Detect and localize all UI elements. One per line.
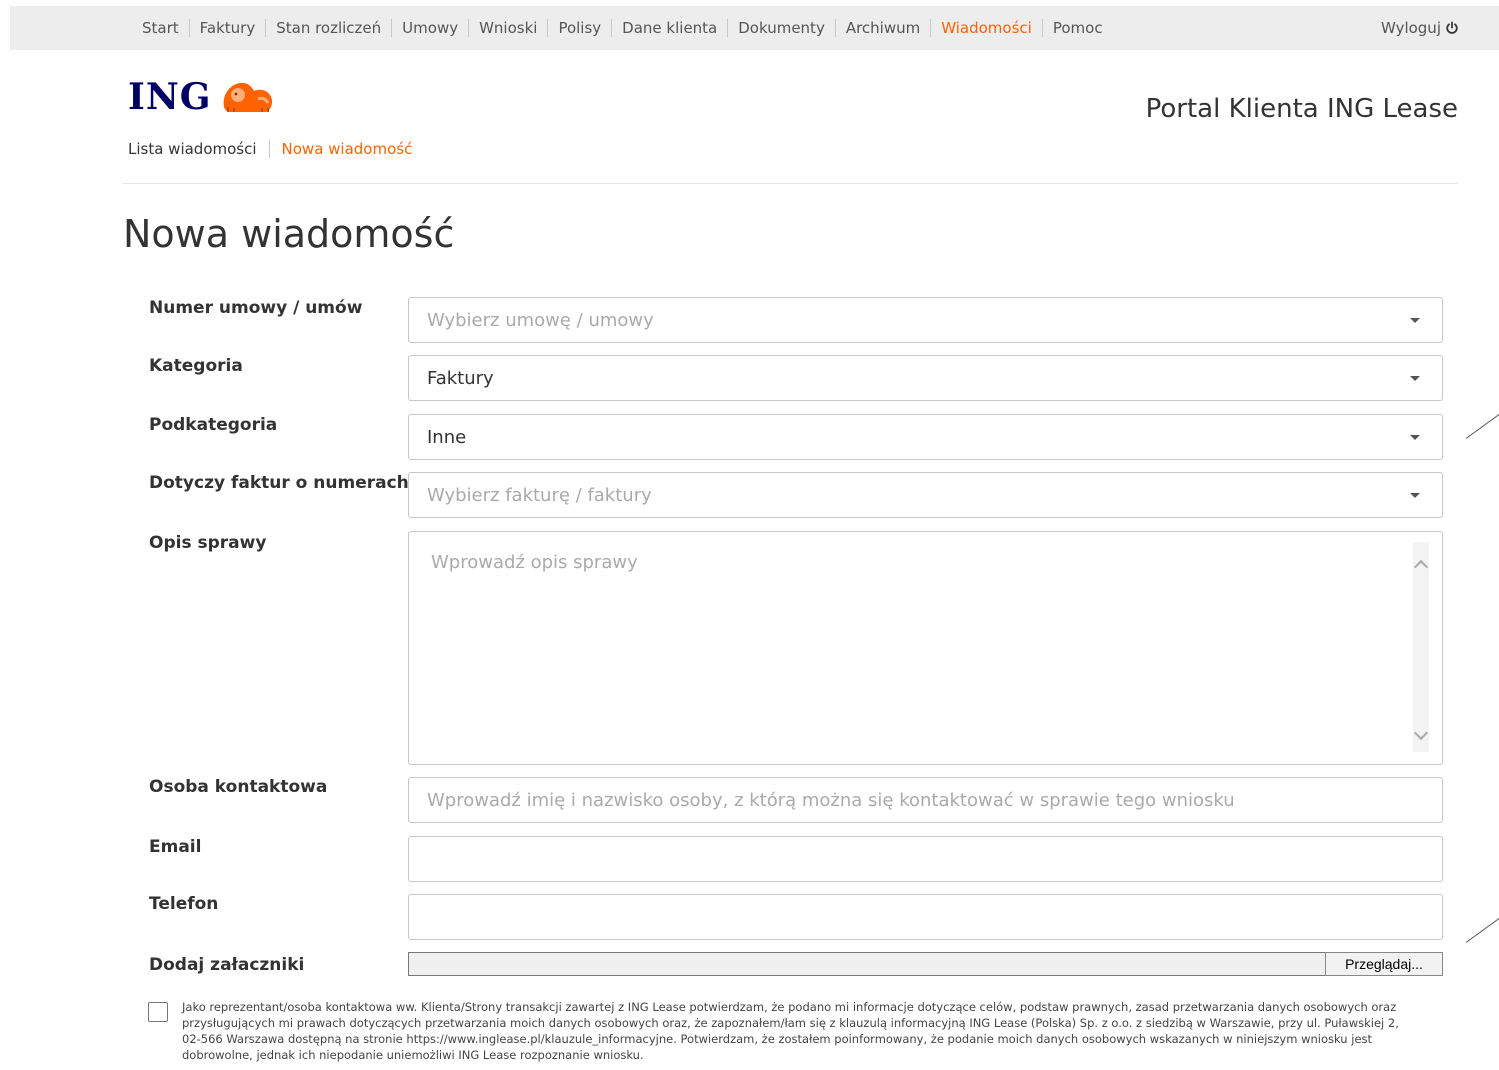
invoices-label: Dotyczy faktur o numerach: [149, 473, 409, 493]
caret-down-icon: [1410, 318, 1420, 323]
invoices-select[interactable]: Wybierz fakturę / faktury: [408, 472, 1443, 518]
email-input[interactable]: [408, 836, 1443, 882]
page-title: Nowa wiadomość: [123, 212, 455, 256]
nav-dokumenty[interactable]: Dokumenty: [728, 19, 835, 37]
power-icon: [1446, 21, 1458, 34]
file-path-box[interactable]: [408, 952, 1325, 976]
attachments-file-input[interactable]: Przeglądaj...: [408, 952, 1443, 976]
caret-down-icon: [1410, 493, 1420, 498]
caret-down-icon: [1410, 376, 1420, 381]
caret-down-icon: [1410, 435, 1420, 440]
category-label: Kategoria: [149, 356, 243, 376]
nav-pomoc[interactable]: Pomoc: [1043, 19, 1113, 37]
contract-select[interactable]: Wybierz umowę / umowy: [408, 297, 1443, 343]
nav-umowy[interactable]: Umowy: [392, 19, 468, 37]
nav-polisy[interactable]: Polisy: [548, 19, 611, 37]
phone-label: Telefon: [149, 894, 219, 914]
nav-wiadomosci[interactable]: Wiadomości: [931, 19, 1042, 37]
email-label: Email: [149, 837, 202, 857]
description-textarea[interactable]: Wprowadź opis sprawy: [408, 531, 1443, 765]
decor-line: [1465, 405, 1499, 439]
nav-start[interactable]: Start: [132, 19, 189, 37]
logout-label: Wyloguj: [1381, 19, 1441, 37]
contact-placeholder: Wprowadź imię i nazwisko osoby, z którą …: [427, 789, 1235, 811]
nav-faktury[interactable]: Faktury: [190, 19, 266, 37]
logout-link[interactable]: Wyloguj: [1381, 6, 1459, 50]
top-nav-bar: Start Faktury Stan rozliczeń Umowy Wnios…: [10, 6, 1499, 50]
nav-archiwum[interactable]: Archiwum: [836, 19, 930, 37]
sub-nav: Lista wiadomości Nowa wiadomość: [128, 139, 412, 159]
header-divider: [123, 183, 1458, 184]
contract-placeholder: Wybierz umowę / umowy: [427, 309, 654, 331]
consent-text: Jako reprezentant/osoba kontaktowa ww. K…: [182, 1000, 1399, 1062]
phone-input[interactable]: [408, 894, 1443, 940]
contract-label: Numer umowy / umów: [149, 298, 363, 318]
subcategory-label: Podkategoria: [149, 415, 278, 435]
invoices-placeholder: Wybierz fakturę / faktury: [427, 484, 652, 506]
nav-wnioski[interactable]: Wnioski: [469, 19, 547, 37]
browse-button[interactable]: Przeglądaj...: [1325, 952, 1443, 976]
description-placeholder: Wprowadź opis sprawy: [431, 552, 638, 573]
category-select[interactable]: Faktury: [408, 355, 1443, 401]
textarea-scrollbar[interactable]: [1413, 542, 1429, 752]
chevron-up-icon[interactable]: [1413, 559, 1429, 575]
nav-stan-rozliczen[interactable]: Stan rozliczeń: [266, 19, 391, 37]
description-label: Opis sprawy: [149, 533, 267, 553]
subcategory-select[interactable]: Inne: [408, 414, 1443, 460]
logo-wordmark: ING: [128, 76, 212, 118]
lion-icon: [223, 82, 272, 112]
contact-input[interactable]: Wprowadź imię i nazwisko osoby, z którą …: [408, 777, 1443, 823]
subcategory-value: Inne: [427, 426, 467, 448]
nav-dane-klienta[interactable]: Dane klienta: [612, 19, 727, 37]
ing-logo[interactable]: ING: [128, 76, 276, 118]
consent-checkbox[interactable]: [148, 1002, 168, 1022]
portal-title: Portal Klienta ING Lease: [1145, 94, 1458, 124]
attachments-label: Dodaj załaczniki: [149, 955, 305, 975]
decor-line: [1465, 909, 1499, 943]
subnav-message-list[interactable]: Lista wiadomości: [128, 140, 257, 158]
chevron-down-icon[interactable]: [1413, 725, 1429, 741]
contact-label: Osoba kontaktowa: [149, 777, 328, 797]
subnav-new-message[interactable]: Nowa wiadomość: [282, 140, 413, 158]
category-value: Faktury: [427, 367, 494, 389]
top-nav: Start Faktury Stan rozliczeń Umowy Wnios…: [132, 6, 1113, 50]
subnav-divider: [268, 140, 270, 158]
